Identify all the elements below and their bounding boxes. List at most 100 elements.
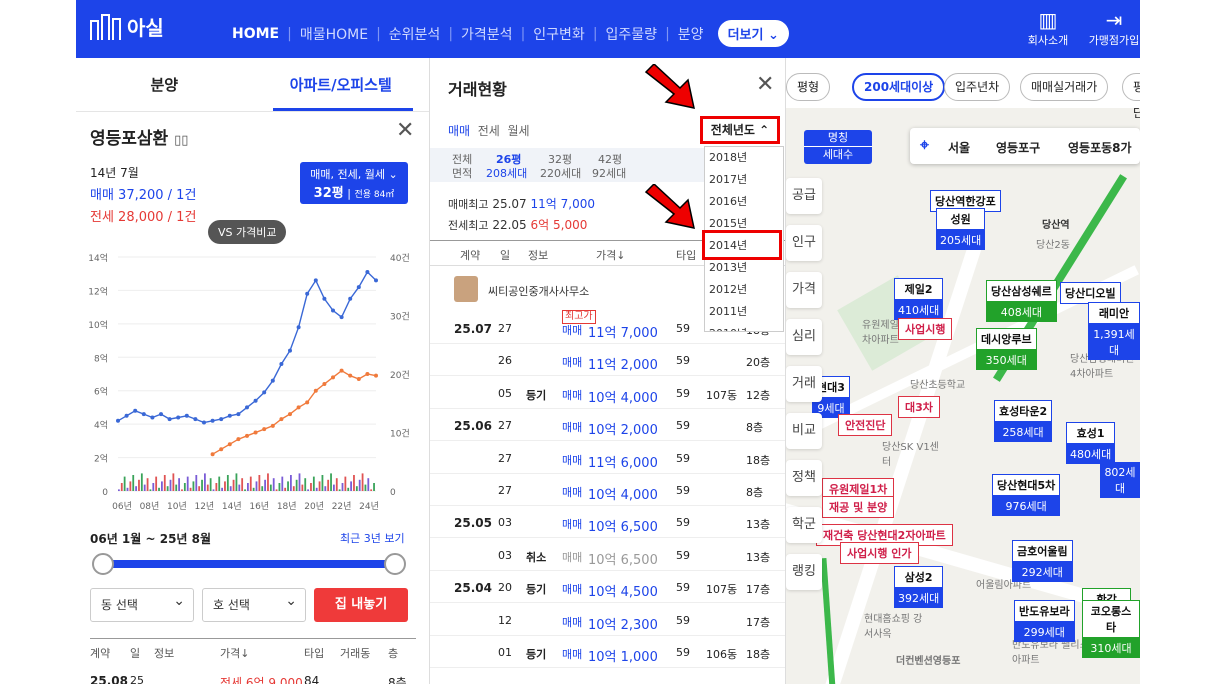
col-price[interactable]: 가격↓ [596,247,625,263]
table-row[interactable]: 27 매매 10억 4,000 59 8층 [430,474,785,506]
type-jeonse[interactable]: 전세 [478,124,500,138]
table-row[interactable]: 03 취소 매매 10억 6,500 59 13층 [430,539,785,571]
complex-marker[interactable]: 당산디오빌 [1060,282,1121,304]
redev-label[interactable]: 재공 및 분양 [822,496,895,518]
slider-start-handle[interactable] [92,553,114,575]
table-row[interactable]: 25.05 03 매매 10억 6,500 59 13층 [430,506,785,539]
side-menu-4[interactable]: 거래 [786,366,822,402]
logo[interactable]: 아실 [90,12,164,41]
location-bar[interactable]: ⌖ 서울 영등포구 영등포동8가 [910,128,1140,164]
complex-marker[interactable]: 당산현대5차 976세대 [992,474,1061,516]
nav-supply[interactable]: 입주물량 [606,24,658,44]
nav-ranking[interactable]: 순위분석 [389,24,441,44]
chip-200hh[interactable]: 200세대이상 [852,73,946,101]
complex-marker[interactable]: 삼성2 392세대 [894,566,944,608]
complex-marker[interactable]: 제일2 410세대 [894,278,944,320]
complex-name: 영등포삼환 [90,129,169,149]
tab-presale[interactable]: 분양 [76,58,253,111]
year-option[interactable]: 2011년 [705,301,783,323]
date-range-slider[interactable] [92,553,406,575]
year-option[interactable]: 2018년 [705,147,783,169]
side-menu-6[interactable]: 정책 [786,460,822,496]
complex-marker[interactable]: 코오롱스타 310세대 [1082,600,1140,658]
y2-tick-label: 10건 [390,429,410,440]
table-row[interactable]: 25.08 25 전세 6억 9,000 84 8층 [90,674,416,684]
tab-apartment[interactable]: 아파트/오피스텔 [253,58,430,111]
company-link[interactable]: ▥ 회사소개 [1020,8,1076,48]
loc-dong[interactable]: 영등포동8가 [1068,139,1132,156]
complex-marker[interactable]: 데시앙루브 350세대 [976,328,1037,370]
col-price[interactable]: 가격↓ [220,645,304,661]
slider-end-handle[interactable] [384,553,406,575]
table-row[interactable]: 25.04 20 등기 매매 10억 4,500 59 107동 17층 [430,571,785,604]
side-menu-5[interactable]: 비교 [786,413,822,449]
map-icon[interactable]: ▯▯ [174,133,188,148]
y-tick-label: 10억 [88,319,108,331]
deal-filter-button[interactable]: 매매, 전세, 월세 ⌄ 32평 | 전용 84㎡ [300,162,408,204]
year-option[interactable]: 2016년 [705,191,783,213]
year-option[interactable]: 2012년 [705,279,783,301]
chip-years[interactable]: 입주년차 [944,73,1011,101]
side-menu-0[interactable]: 공급 [786,178,822,214]
type-monthly[interactable]: 월세 [507,124,529,138]
dong-select[interactable]: 동 선택 [90,585,194,622]
recent-3y-link[interactable]: 최근 3년 보기 [340,530,405,546]
year-option[interactable]: 2010년 [705,323,783,331]
year-option[interactable]: 2017년 [705,169,783,191]
complex-marker[interactable]: 금호어울림 292세대 [1012,540,1073,582]
complex-marker[interactable]: 802세대 [1100,462,1140,498]
type-buy[interactable]: 매매 [448,124,470,138]
table-row[interactable]: 25.06 27 매매 10억 2,000 59 8층 [430,409,785,442]
close-icon[interactable]: ✕ [756,72,774,97]
redev-label[interactable]: 사업시행 인가 [840,542,919,564]
complex-marker[interactable]: 성원 205세대 [936,208,986,250]
chip-pyeong[interactable]: 평형 [786,73,831,101]
side-menu-1[interactable]: 인구 [786,225,822,261]
list-home-button[interactable]: 집 내놓기 [314,588,408,622]
table-row[interactable]: 26 매매 11억 2,000 59 20층 [430,344,785,377]
table-row[interactable]: 01 등기 매매 10억 1,000 59 106동 18층 [430,636,785,668]
year-option[interactable]: 2013년 [705,257,783,279]
table-row[interactable]: 27 매매 11억 6,000 59 18층 [430,442,785,474]
redev-label[interactable]: 사업시행 [898,318,953,340]
area-26-hh: 208세대 [486,167,528,180]
ho-select[interactable]: 호 선택 [202,585,306,622]
app-window: 아실 HOME | 매물HOME | 순위분석 | 가격분석 | 인구변화 | 입주물량 |… [76,0,1140,684]
redev-label[interactable]: 대3차 [898,396,940,418]
side-menu-7[interactable]: 학군 [786,507,822,543]
x-tick-label: 10년 [167,501,187,512]
table-row[interactable]: 12 매매 10억 2,300 59 17층 [430,604,785,636]
side-menu-2[interactable]: 가격 [786,272,822,308]
complex-marker[interactable]: 효성1 480세대 [1066,422,1116,464]
complex-marker[interactable]: 당산삼성쉐르 408세대 [986,280,1057,322]
target-icon[interactable]: ⌖ [920,135,929,155]
year-select-label: 전체년도 [710,123,755,137]
side-menu-3[interactable]: 심리 [786,319,822,355]
join-link[interactable]: ⇥ 가맹점가입 [1088,8,1140,48]
redev-label[interactable]: 안전진단 [838,414,893,436]
chip-unitprice[interactable]: 평단 [1122,73,1140,120]
complex-marker[interactable]: 래미안 1,391세대 [1088,302,1140,360]
loc-district[interactable]: 영등포구 [996,139,1040,156]
volume-bar [287,481,289,491]
side-menu-8[interactable]: 랭킹 [786,554,822,590]
x-tick-label: 20년 [304,501,324,512]
chip-realprice[interactable]: 매매실거래가 [1020,73,1109,101]
map-view[interactable]: 평형 200세대이상 입주년차 매매실거래가 평단 당산역 당산2동 당산삼성래… [786,58,1140,684]
loc-city[interactable]: 서울 [948,139,970,156]
complex-marker[interactable]: 반도유보라 299세대 [1014,600,1075,642]
complex-marker[interactable]: 효성타운2 258세대 [994,400,1053,442]
nav-home[interactable]: HOME [232,26,279,42]
more-button[interactable]: 더보기 ⌄ [717,20,789,47]
nav-population[interactable]: 인구변화 [533,24,585,44]
nav-price[interactable]: 가격분석 [461,24,513,44]
nav-listing-home[interactable]: 매물HOME [300,24,368,44]
close-icon[interactable]: ✕ [396,118,414,143]
volume-bar [261,486,264,491]
year-select[interactable]: 전체년도 ⌃ [700,116,780,144]
row-day: 03 [498,548,512,562]
volume-bar [353,475,355,491]
place-label: 현대홈쇼핑 강서사옥 [864,614,923,640]
nav-presale[interactable]: 분양 [678,24,704,44]
table-row[interactable]: 05 등기 매매 10억 4,000 59 107동 12층 [430,377,785,409]
